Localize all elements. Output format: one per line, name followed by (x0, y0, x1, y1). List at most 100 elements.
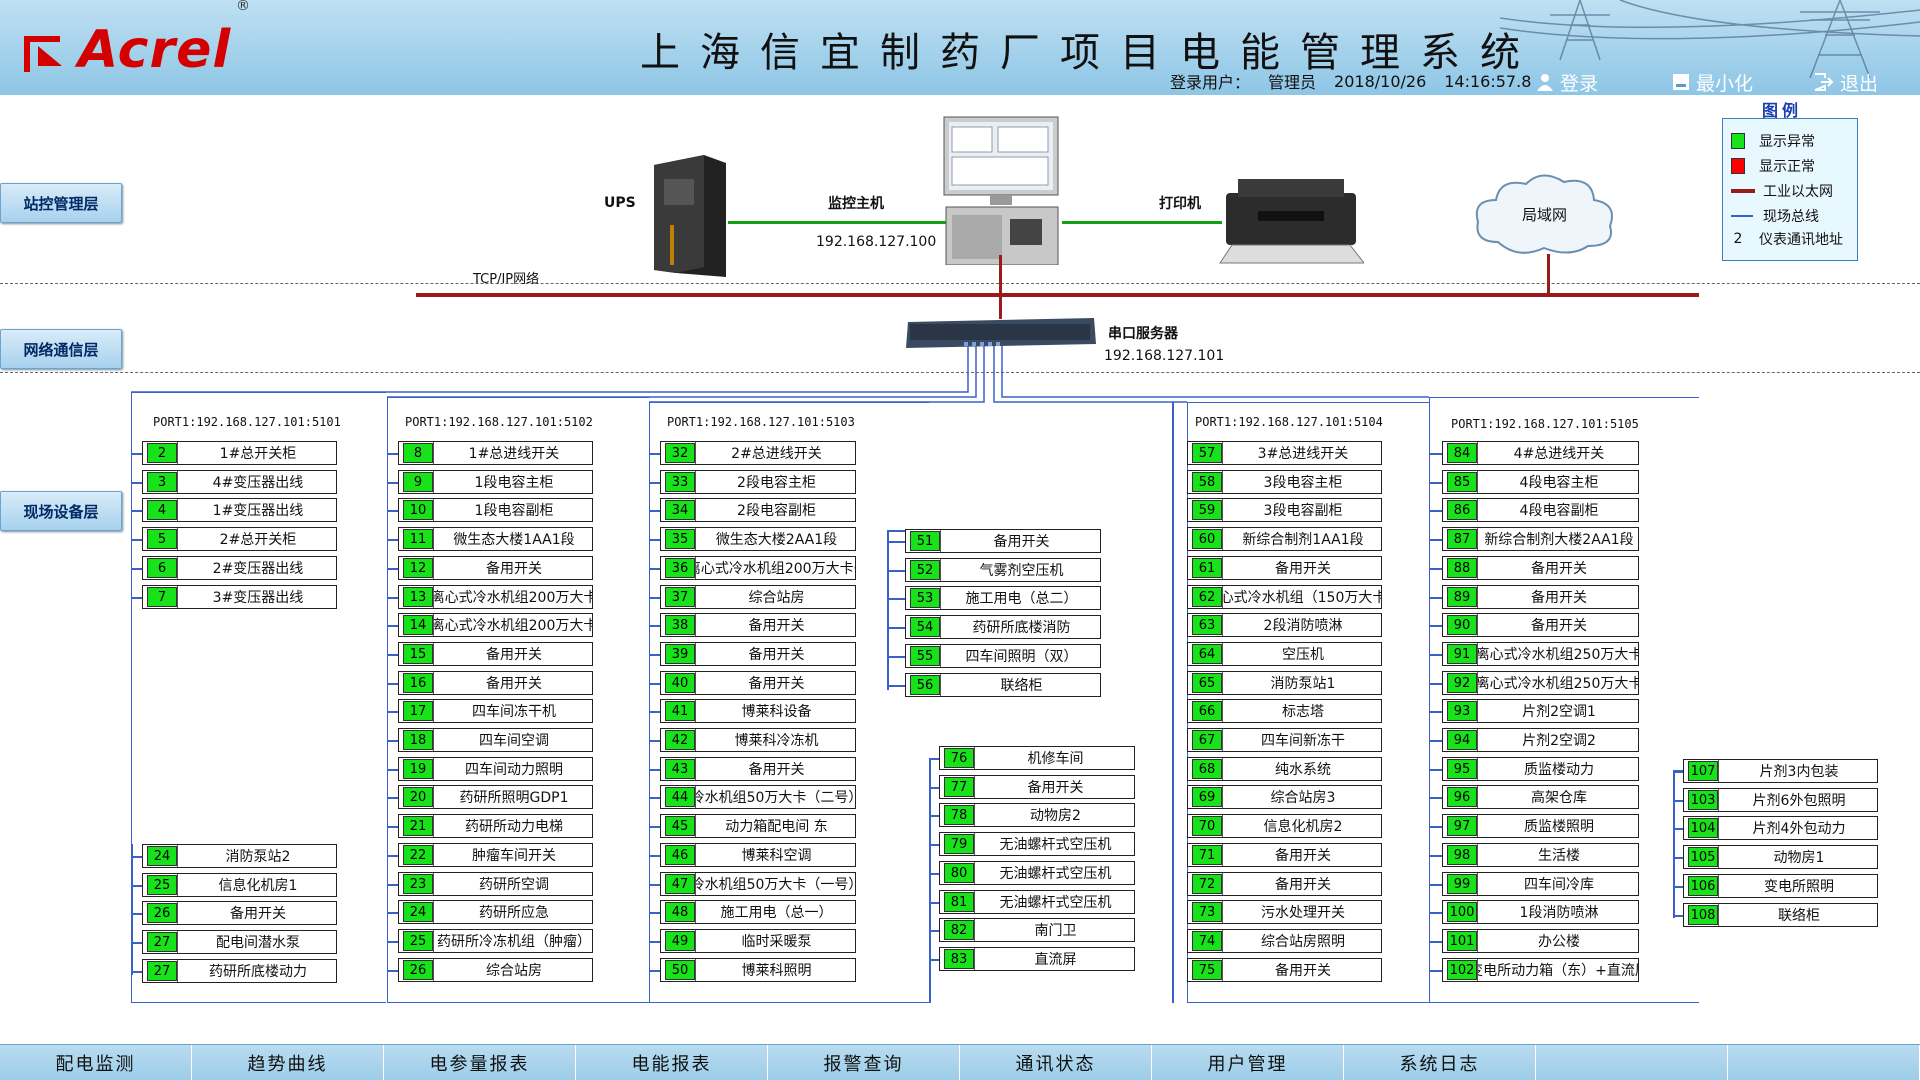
device-80[interactable]: 80 无油螺杆式空压机 (939, 861, 1135, 885)
device-91[interactable]: 91 离心式冷水机组250万大卡 (1442, 642, 1639, 666)
device-38[interactable]: 38 备用开关 (660, 613, 856, 637)
device-52[interactable]: 52 气雾剂空压机 (905, 558, 1101, 582)
device-43[interactable]: 43 备用开关 (660, 757, 856, 781)
nav-alarm-query[interactable]: 报警查询 (768, 1045, 960, 1080)
device-98[interactable]: 98 生活楼 (1442, 843, 1639, 867)
device-54[interactable]: 54 药研所底楼消防 (905, 615, 1101, 639)
device-74[interactable]: 74 综合站房照明 (1187, 929, 1382, 953)
device-70[interactable]: 70 信息化机房2 (1187, 814, 1382, 838)
device-94[interactable]: 94 片剂2空调2 (1442, 728, 1639, 752)
nav-comm-status[interactable]: 通讯状态 (960, 1045, 1152, 1080)
nav-parameter-report[interactable]: 电参量报表 (384, 1045, 576, 1080)
nav-empty-1[interactable] (1536, 1045, 1728, 1080)
device-23[interactable]: 23 药研所空调 (398, 872, 593, 896)
device-63[interactable]: 63 2段消防喷淋 (1187, 613, 1382, 637)
device-8[interactable]: 8 1#总进线开关 (398, 441, 593, 465)
device-3[interactable]: 3 4#变压器出线 (142, 470, 337, 494)
device-56[interactable]: 56 联络柜 (905, 673, 1101, 697)
device-6[interactable]: 6 2#变压器出线 (142, 556, 337, 580)
device-101[interactable]: 101 办公楼 (1442, 929, 1639, 953)
device-11[interactable]: 11 微生态大楼1AA1段 (398, 527, 593, 551)
device-12[interactable]: 12 备用开关 (398, 556, 593, 580)
device-41[interactable]: 41 博莱科设备 (660, 699, 856, 723)
device-13[interactable]: 13 离心式冷水机组200万大卡 (398, 585, 593, 609)
device-45[interactable]: 45 动力箱配电间 东 (660, 814, 856, 838)
device-103[interactable]: 103 片剂6外包照明 (1683, 788, 1878, 812)
device-46[interactable]: 46 博莱科空调 (660, 843, 856, 867)
device-27[interactable]: 27 药研所底楼动力 (142, 959, 337, 983)
device-97[interactable]: 97 质监楼照明 (1442, 814, 1639, 838)
device-85[interactable]: 85 4段电容主柜 (1442, 470, 1639, 494)
device-22[interactable]: 22 肿瘤车间开关 (398, 843, 593, 867)
device-76[interactable]: 76 机修车间 (939, 746, 1135, 770)
device-2[interactable]: 2 1#总开关柜 (142, 441, 337, 465)
device-78[interactable]: 78 动物房2 (939, 803, 1135, 827)
device-4[interactable]: 4 1#变压器出线 (142, 498, 337, 522)
device-107[interactable]: 107 片剂3内包装 (1683, 759, 1878, 783)
device-92[interactable]: 92 离心式冷水机组250万大卡 (1442, 671, 1639, 695)
device-7[interactable]: 7 3#变压器出线 (142, 585, 337, 609)
device-42[interactable]: 42 博莱科冷冻机 (660, 728, 856, 752)
device-48[interactable]: 48 施工用电（总一） (660, 900, 856, 924)
device-59[interactable]: 59 3段电容副柜 (1187, 498, 1382, 522)
exit-button[interactable]: 退出 (1814, 70, 1878, 95)
nav-energy-report[interactable]: 电能报表 (576, 1045, 768, 1080)
device-81[interactable]: 81 无油螺杆式空压机 (939, 890, 1135, 914)
device-26[interactable]: 26 备用开关 (142, 901, 337, 925)
device-90[interactable]: 90 备用开关 (1442, 613, 1639, 637)
device-72[interactable]: 72 备用开关 (1187, 872, 1382, 896)
device-49[interactable]: 49 临时采暖泵 (660, 929, 856, 953)
device-87[interactable]: 87 新综合制剂大楼2AA1段 (1442, 527, 1639, 551)
device-106[interactable]: 106 变电所照明 (1683, 874, 1878, 898)
device-33[interactable]: 33 2段电容主柜 (660, 470, 856, 494)
device-88[interactable]: 88 备用开关 (1442, 556, 1639, 580)
device-108[interactable]: 108 联络柜 (1683, 903, 1878, 927)
device-83[interactable]: 83 直流屏 (939, 947, 1135, 971)
device-99[interactable]: 99 四车间冷库 (1442, 872, 1639, 896)
device-21[interactable]: 21 药研所动力电梯 (398, 814, 593, 838)
device-68[interactable]: 68 纯水系统 (1187, 757, 1382, 781)
device-67[interactable]: 67 四车间新冻干 (1187, 728, 1382, 752)
device-69[interactable]: 69 综合站房3 (1187, 785, 1382, 809)
device-66[interactable]: 66 标志塔 (1187, 699, 1382, 723)
device-96[interactable]: 96 高架仓库 (1442, 785, 1639, 809)
device-55[interactable]: 55 四车间照明（双） (905, 644, 1101, 668)
device-93[interactable]: 93 片剂2空调1 (1442, 699, 1639, 723)
device-25[interactable]: 25 药研所冷冻机组（肿瘤） (398, 929, 593, 953)
device-86[interactable]: 86 4段电容副柜 (1442, 498, 1639, 522)
device-14[interactable]: 14 离心式冷水机组200万大卡 (398, 613, 593, 637)
device-17[interactable]: 17 四车间冻干机 (398, 699, 593, 723)
device-61[interactable]: 61 备用开关 (1187, 556, 1382, 580)
device-24[interactable]: 24 药研所应急 (398, 900, 593, 924)
device-79[interactable]: 79 无油螺杆式空压机 (939, 832, 1135, 856)
device-60[interactable]: 60 新综合制剂1AA1段 (1187, 527, 1382, 551)
device-75[interactable]: 75 备用开关 (1187, 958, 1382, 982)
device-71[interactable]: 71 备用开关 (1187, 843, 1382, 867)
device-62[interactable]: 62离心式冷水机组（150万大卡） (1187, 585, 1382, 609)
device-24[interactable]: 24 消防泵站2 (142, 844, 337, 868)
device-9[interactable]: 9 1段电容主柜 (398, 470, 593, 494)
device-89[interactable]: 89 备用开关 (1442, 585, 1639, 609)
device-102[interactable]: 102变电所动力箱（东）+直流屏 (1442, 958, 1639, 982)
device-27[interactable]: 27 配电间潜水泵 (142, 930, 337, 954)
device-65[interactable]: 65 消防泵站1 (1187, 671, 1382, 695)
device-36[interactable]: 36离心式冷水机组200万大卡① (660, 556, 856, 580)
device-32[interactable]: 32 2#总进线开关 (660, 441, 856, 465)
device-57[interactable]: 57 3#总进线开关 (1187, 441, 1382, 465)
device-44[interactable]: 44 冷水机组50万大卡（二号） (660, 785, 856, 809)
nav-system-log[interactable]: 系统日志 (1344, 1045, 1536, 1080)
device-19[interactable]: 19 四车间动力照明 (398, 757, 593, 781)
device-40[interactable]: 40 备用开关 (660, 671, 856, 695)
minimize-button[interactable]: 最小化 (1672, 70, 1753, 95)
nav-empty-2[interactable] (1728, 1045, 1920, 1080)
device-34[interactable]: 34 2段电容副柜 (660, 498, 856, 522)
nav-trend-curve[interactable]: 趋势曲线 (192, 1045, 384, 1080)
device-5[interactable]: 5 2#总开关柜 (142, 527, 337, 551)
device-20[interactable]: 20 药研所照明GDP1 (398, 785, 593, 809)
device-53[interactable]: 53 施工用电（总二） (905, 586, 1101, 610)
device-10[interactable]: 10 1段电容副柜 (398, 498, 593, 522)
device-39[interactable]: 39 备用开关 (660, 642, 856, 666)
device-16[interactable]: 16 备用开关 (398, 671, 593, 695)
device-26[interactable]: 26 综合站房 (398, 958, 593, 982)
device-95[interactable]: 95 质监楼动力 (1442, 757, 1639, 781)
